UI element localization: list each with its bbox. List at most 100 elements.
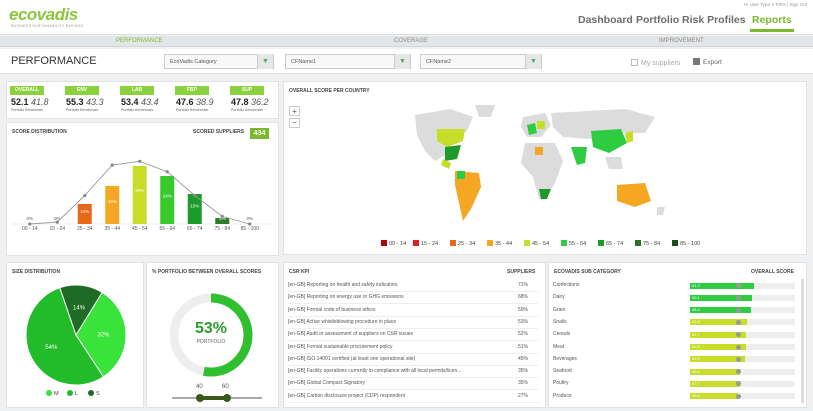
bar-data-label: 19%: [108, 199, 117, 204]
benchmark-point[interactable]: [110, 163, 114, 167]
export-button[interactable]: Export: [693, 58, 722, 66]
score-bar[interactable]: [132, 166, 147, 224]
map-legend-item[interactable]: 55 - 64: [561, 240, 586, 247]
chevron-down-icon: ▼: [525, 54, 541, 69]
user-line[interactable]: Hi User Type X FIRS | Sign Out: [744, 2, 807, 7]
legend-label: L: [75, 391, 79, 397]
portfolio-percent: 53%: [194, 320, 228, 337]
nav-risk-profiles[interactable]: Risk Profiles: [682, 14, 746, 26]
csr-kpi-row-label[interactable]: [en-GB] Formal code of business ethics: [288, 305, 376, 316]
kpi-benchmark-label: Portfolio Benchmark: [121, 108, 154, 112]
csr-kpi-row-value: 52%: [518, 331, 529, 338]
kpi-overall-value: 52.1 41.8: [11, 97, 49, 107]
kpi-fbp-label[interactable]: FBP: [175, 86, 209, 95]
benchmark-point[interactable]: [55, 220, 59, 224]
score-bar-fill: 59.1: [690, 294, 752, 301]
benchmark-point[interactable]: [220, 214, 224, 218]
subcategory-row-label[interactable]: Grain: [553, 305, 565, 316]
ecovadis-logo[interactable]: ecovadis: [9, 5, 78, 25]
benchmark-point[interactable]: [138, 159, 142, 163]
benchmark-point[interactable]: [83, 193, 87, 198]
map-legend-item[interactable]: 65 - 74: [598, 240, 623, 247]
map-legend-item[interactable]: 25 - 34: [450, 240, 475, 247]
subcategory-row-label[interactable]: Cereals: [553, 329, 570, 340]
legend-swatch: [381, 240, 387, 246]
legend-label: 15 - 24: [421, 241, 439, 247]
csr-kpi-row-label[interactable]: [en-GB] Formal sustainable procurement p…: [288, 342, 393, 353]
map-legend-item[interactable]: 75 - 84: [635, 240, 660, 247]
x-tick-label: 55 - 64: [159, 226, 176, 232]
kpi-lab-label[interactable]: LAB: [120, 86, 154, 95]
csr-kpi-row-label[interactable]: [en-GB] Reporting on energy use or GHG e…: [288, 292, 404, 303]
kpi-overall-label[interactable]: OVERALL: [10, 86, 44, 95]
zoom-in-button[interactable]: +: [289, 106, 300, 116]
cf1-select[interactable]: CFName1 ▼: [285, 54, 411, 69]
subcategory-row-label[interactable]: Meat: [553, 342, 564, 353]
csr-kpi-row-value: 27%: [518, 392, 529, 399]
legend-swatch: [561, 240, 567, 246]
nav-reports[interactable]: Reports: [752, 14, 792, 26]
subcategory-row-label[interactable]: Produce: [553, 391, 572, 402]
map-legend-item[interactable]: 00 - 14: [381, 240, 406, 247]
score-bar-fill: 45.6: [690, 393, 739, 400]
map-legend-item[interactable]: 35 - 44: [487, 240, 512, 247]
subcategory-scrollbar[interactable]: [801, 279, 804, 403]
score-bar[interactable]: [187, 194, 202, 224]
nav-active-underline: [750, 29, 794, 32]
subcategory-row-label[interactable]: Snails: [553, 317, 567, 328]
csr-kpi-row-label[interactable]: [en-GB] Active whistleblowing procedure …: [288, 317, 396, 328]
top-bar: ecovadis BUSINESS SUSTAINABILITY RATINGS…: [0, 0, 813, 35]
subcategory-row-label[interactable]: Confections: [553, 280, 579, 291]
legend-swatch: [672, 240, 678, 246]
pie-legend-item[interactable]: S: [88, 390, 100, 397]
benchmark-point[interactable]: [193, 193, 197, 198]
legend-label: 25 - 34: [458, 241, 476, 247]
cf2-select[interactable]: CFName2 ▼: [420, 54, 542, 69]
kpi-fbp-value: 47.6 38.9: [176, 97, 214, 107]
subcategory-row-label[interactable]: Dairy: [553, 292, 565, 303]
portfolio-title: % PORTFOLIO BETWEEN OVERALL SCORES: [152, 269, 262, 275]
csr-kpi-row-label[interactable]: [en-GB] Carbon disclosure project (CDP) …: [288, 391, 405, 402]
benchmark-dot: [736, 393, 741, 399]
legend-label: 85 - 100: [680, 241, 701, 247]
zoom-out-button[interactable]: −: [289, 118, 300, 128]
legend-swatch: [450, 240, 456, 246]
tab-improvement[interactable]: IMPROVEMENT: [659, 38, 704, 44]
score-bar[interactable]: [105, 186, 120, 224]
csr-kpi-row-value: 35%: [518, 368, 529, 375]
world-map[interactable]: [395, 103, 695, 231]
score-bar[interactable]: [77, 204, 92, 224]
benchmark-point[interactable]: [165, 170, 169, 174]
csr-kpi-row-label[interactable]: [en-GB] Audit or assessment of suppliers…: [288, 329, 413, 340]
csr-kpi-row-label[interactable]: [en-GB] ISO 14001 certified (at least on…: [288, 354, 415, 365]
csr-kpi-row-label[interactable]: [en-GB] Global Compact Signatory: [288, 378, 365, 389]
subcategory-row-label[interactable]: Seafood: [553, 366, 572, 377]
subcategory-row-label[interactable]: Poultry: [553, 378, 569, 389]
slider-high-handle[interactable]: [223, 394, 231, 402]
kpi-env-label[interactable]: ENV: [65, 86, 99, 95]
map-legend-item[interactable]: 45 - 54: [524, 240, 549, 247]
my-suppliers-checkbox[interactable]: My suppliers: [631, 59, 680, 67]
nav-dashboard[interactable]: Dashboard: [578, 14, 633, 26]
csr-kpi-row-label[interactable]: [en-GB] Reporting on health and safety i…: [288, 280, 398, 291]
subcategory-row-label[interactable]: Beverages: [553, 354, 577, 365]
csr-kpi-row-label[interactable]: [en-GB] Facility operations currently in…: [288, 366, 461, 377]
pie-legend-item[interactable]: L: [67, 390, 78, 397]
legend-swatch: [413, 240, 419, 246]
map-legend-item[interactable]: 85 - 100: [672, 240, 700, 247]
category-select[interactable]: EcoVadis Category ▼: [164, 54, 274, 69]
tab-coverage[interactable]: COVERAGE: [394, 38, 428, 44]
bar-data-label: 10%: [80, 209, 89, 214]
kpi-lab-value: 53.4 43.4: [121, 97, 159, 107]
kpi-sup-label[interactable]: SUP: [230, 86, 264, 95]
legend-dot: [88, 390, 94, 396]
nav-portfolio[interactable]: Portfolio: [636, 14, 679, 26]
x-tick-label: 00 - 14: [21, 226, 38, 232]
slider-low-handle[interactable]: [196, 394, 204, 402]
score-bar-fill: 61.2: [690, 282, 755, 289]
score-bar[interactable]: [160, 176, 175, 224]
kpi-score: 47.6: [176, 97, 194, 107]
tab-performance[interactable]: PERFORMANCE: [116, 38, 163, 44]
map-legend-item[interactable]: 15 - 24: [413, 240, 438, 247]
pie-legend-item[interactable]: M: [46, 390, 59, 397]
